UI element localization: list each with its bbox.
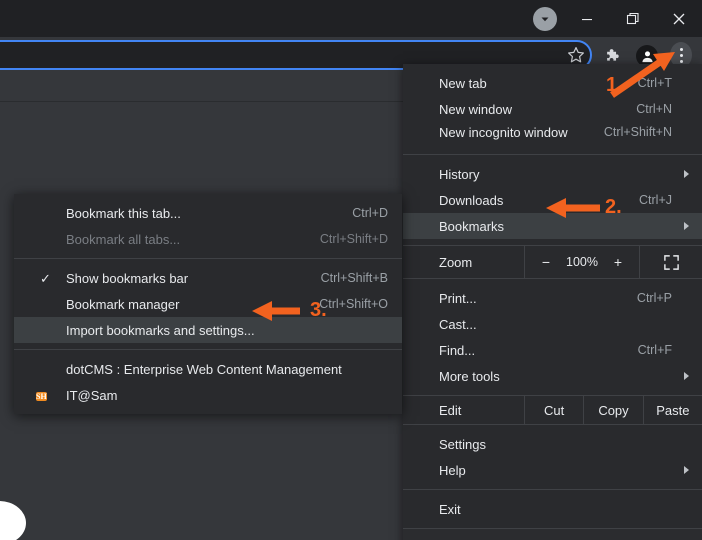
submenu-bookmark-itsam[interactable]: SH IT@Sam (14, 382, 402, 408)
annotation-step-1: 1. (606, 74, 623, 97)
menu-item-cast[interactable]: Cast... (403, 311, 702, 337)
browser-window: New tab Ctrl+T New window Ctrl+N New inc… (0, 0, 702, 540)
menu-item-settings[interactable]: Settings (403, 431, 702, 457)
title-bar (0, 0, 702, 37)
submenu-item-accelerator: Ctrl+Shift+D (320, 232, 388, 246)
menu-item-label: More tools (439, 369, 500, 384)
submenu-item-label: Bookmark manager (66, 297, 179, 312)
chrome-main-menu: New tab Ctrl+T New window Ctrl+N New inc… (403, 64, 702, 540)
submenu-item-bookmark-this-tab[interactable]: Bookmark this tab... Ctrl+D (14, 200, 402, 226)
menu-item-history[interactable]: History (403, 161, 702, 187)
zoom-level-value: 100% (566, 255, 598, 269)
menu-item-label: Settings (439, 437, 486, 452)
submenu-item-label: Bookmark all tabs... (66, 232, 180, 247)
menu-item-accelerator: Ctrl+Shift+N (604, 125, 672, 139)
annotation-step-3: 3. (310, 299, 327, 322)
annotation-step-2: 2. (605, 196, 622, 219)
bookmark-star-icon[interactable] (566, 45, 586, 65)
menu-item-label: Help (439, 463, 466, 478)
menu-item-zoom: Zoom − 100% + (403, 245, 702, 279)
menu-item-label: Print... (439, 291, 477, 306)
itsam-favicon-glyph: SH (36, 392, 47, 401)
edit-cut-button[interactable]: Cut (524, 396, 583, 424)
menu-item-label: History (439, 167, 479, 182)
menu-item-help[interactable]: Help (403, 457, 702, 483)
menu-item-label: New window (439, 102, 512, 117)
menu-item-label: Find... (439, 343, 475, 358)
submenu-separator (14, 258, 402, 259)
menu-item-label: Cast... (439, 317, 477, 332)
menu-item-print[interactable]: Print... Ctrl+P (403, 285, 702, 311)
submenu-item-label: dotCMS : Enterprise Web Content Manageme… (66, 362, 342, 377)
menu-item-accelerator: Ctrl+N (636, 102, 672, 116)
submenu-item-accelerator: Ctrl+Shift+O (319, 297, 388, 311)
menu-item-label: Bookmarks (439, 219, 504, 234)
download-indicator-icon[interactable] (533, 7, 557, 31)
submenu-item-accelerator: Ctrl+Shift+B (321, 271, 388, 285)
submenu-separator (14, 349, 402, 350)
chevron-right-icon (684, 466, 689, 474)
menu-item-label: New incognito window (439, 125, 568, 140)
close-button[interactable] (656, 0, 702, 37)
menu-item-accelerator: Ctrl+J (639, 193, 672, 207)
menu-item-label: New tab (439, 76, 487, 91)
submenu-bookmark-dotcms[interactable]: dotCMS : Enterprise Web Content Manageme… (14, 356, 402, 382)
itsam-favicon: SH (36, 387, 52, 403)
edit-paste-button[interactable]: Paste (643, 396, 702, 424)
submenu-item-label: Import bookmarks and settings... (66, 323, 255, 338)
edit-label: Edit (403, 396, 524, 424)
maximize-button[interactable] (610, 0, 656, 37)
zoom-controls: − 100% + (524, 246, 640, 278)
submenu-item-bookmark-manager[interactable]: Bookmark manager Ctrl+Shift+O (14, 291, 402, 317)
submenu-item-label: Bookmark this tab... (66, 206, 181, 221)
fullscreen-button[interactable] (640, 246, 702, 278)
submenu-item-label: IT@Sam (66, 388, 117, 403)
dotcms-favicon (36, 361, 52, 377)
chevron-right-icon (684, 170, 689, 178)
fullscreen-icon (663, 254, 680, 271)
zoom-in-button[interactable]: + (612, 254, 624, 270)
menu-item-more-tools[interactable]: More tools (403, 363, 702, 389)
menu-item-accelerator: Ctrl+F (638, 343, 672, 357)
menu-item-label: Exit (439, 502, 461, 517)
menu-item-downloads[interactable]: Downloads Ctrl+J (403, 187, 702, 213)
menu-separator (403, 489, 702, 490)
chevron-right-icon (684, 222, 689, 230)
page-decoration (0, 501, 26, 540)
submenu-item-label: Show bookmarks bar (66, 271, 188, 286)
submenu-item-accelerator: Ctrl+D (352, 206, 388, 220)
bookmarks-submenu: Bookmark this tab... Ctrl+D Bookmark all… (14, 194, 402, 414)
menu-item-new-tab[interactable]: New tab Ctrl+T (403, 70, 702, 96)
menu-item-bookmarks[interactable]: Bookmarks (403, 213, 702, 239)
menu-item-accelerator: Ctrl+P (637, 291, 672, 305)
menu-item-managed-by-organization[interactable]: Managed by your organization (403, 528, 702, 540)
zoom-label: Zoom (403, 246, 524, 278)
menu-item-label: Downloads (439, 193, 503, 208)
submenu-item-bookmark-all-tabs: Bookmark all tabs... Ctrl+Shift+D (14, 226, 402, 252)
menu-item-exit[interactable]: Exit (403, 496, 702, 522)
checkmark-icon: ✓ (40, 271, 51, 287)
chevron-right-icon (684, 372, 689, 380)
minimize-button[interactable] (564, 0, 610, 37)
menu-item-accelerator: Ctrl+T (638, 76, 672, 90)
menu-item-find[interactable]: Find... Ctrl+F (403, 337, 702, 363)
menu-item-new-incognito-window[interactable]: New incognito window Ctrl+Shift+N (403, 122, 702, 148)
submenu-item-import-bookmarks-and-settings[interactable]: Import bookmarks and settings... (14, 317, 402, 343)
menu-item-new-window[interactable]: New window Ctrl+N (403, 96, 702, 122)
zoom-out-button[interactable]: − (540, 254, 552, 270)
menu-item-edit: Edit Cut Copy Paste (403, 395, 702, 425)
submenu-item-show-bookmarks-bar[interactable]: ✓ Show bookmarks bar Ctrl+Shift+B (14, 265, 402, 291)
menu-separator (403, 154, 702, 155)
edit-copy-button[interactable]: Copy (583, 396, 642, 424)
